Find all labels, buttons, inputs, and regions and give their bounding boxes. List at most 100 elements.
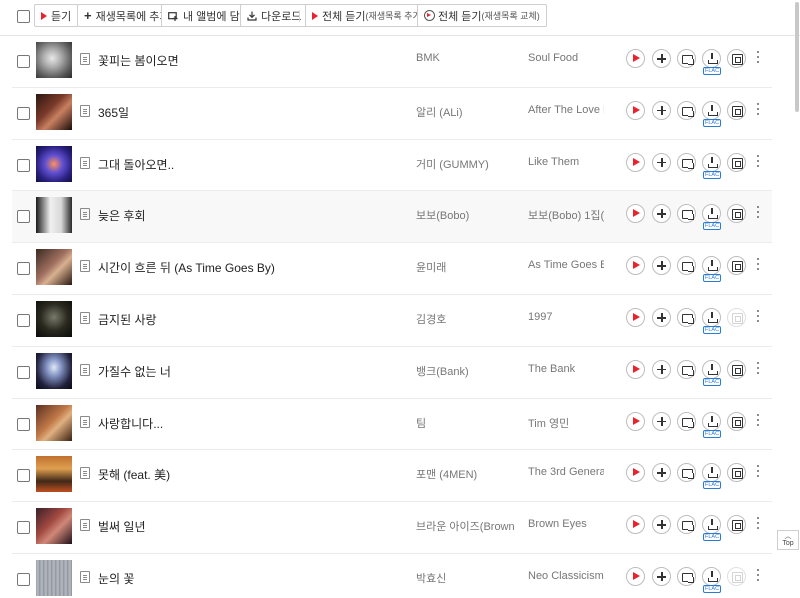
song-checkbox[interactable]: [17, 417, 30, 431]
play-button[interactable]: [626, 515, 645, 535]
add-to-playlist-icon[interactable]: [652, 359, 671, 379]
song-checkbox[interactable]: [17, 365, 30, 379]
album-cover[interactable]: [36, 249, 72, 286]
add-to-playlist-icon[interactable]: [652, 204, 671, 224]
music-video-icon[interactable]: [727, 463, 746, 483]
add-to-playlist-icon[interactable]: [652, 463, 671, 483]
music-video-icon[interactable]: [727, 204, 746, 224]
song-row[interactable]: 벌써 일년 브라운 아이즈(Brown ··· Brown Eyes FLAC: [12, 502, 772, 554]
song-album[interactable]: 1997: [528, 311, 604, 323]
song-artist[interactable]: 알리 (ALi): [416, 104, 516, 120]
music-video-icon[interactable]: [727, 152, 746, 172]
download-icon[interactable]: [702, 463, 721, 483]
add-to-album-icon[interactable]: [677, 49, 696, 68]
lyrics-icon[interactable]: [80, 312, 90, 324]
download-icon[interactable]: [702, 411, 721, 431]
add-to-playlist-icon[interactable]: [652, 515, 671, 535]
add-to-album-icon[interactable]: [677, 463, 696, 483]
add-to-album-icon[interactable]: [677, 100, 696, 120]
more-options-icon[interactable]: [756, 413, 760, 428]
song-title[interactable]: 그대 돌아오면..: [98, 156, 174, 173]
play-button[interactable]: [626, 359, 645, 379]
music-video-icon[interactable]: [727, 256, 746, 276]
song-row[interactable]: 꽃피는 봄이오면 BMK Soul Food FLAC: [12, 36, 772, 88]
song-album[interactable]: Like Them: [528, 156, 604, 168]
more-options-icon[interactable]: [756, 361, 760, 376]
more-options-icon[interactable]: [756, 258, 760, 272]
lyrics-icon[interactable]: [80, 156, 90, 169]
song-row[interactable]: 365일 알리 (ALi) After The Love H··· FLAC: [12, 88, 772, 140]
music-video-icon[interactable]: [727, 49, 746, 68]
more-options-icon[interactable]: [756, 51, 760, 65]
download-icon[interactable]: [702, 100, 721, 120]
add-to-playlist-icon[interactable]: [652, 411, 671, 431]
download-icon[interactable]: [702, 359, 721, 379]
song-checkbox[interactable]: [17, 210, 30, 224]
lyrics-icon[interactable]: [80, 467, 90, 480]
album-cover[interactable]: [36, 93, 72, 130]
album-cover[interactable]: [36, 352, 72, 389]
song-artist[interactable]: 뱅크(Bank): [416, 363, 516, 379]
song-row[interactable]: 가질수 없는 너 뱅크(Bank) The Bank FLAC: [12, 347, 772, 399]
play-all-replace-button[interactable]: 전체 듣기 (재생목록 교체): [417, 4, 547, 27]
song-artist[interactable]: 김경호: [416, 311, 516, 327]
song-artist[interactable]: 거미 (GUMMY): [416, 156, 516, 172]
play-button[interactable]: [626, 152, 645, 172]
song-row[interactable]: 눈의 꽃 박효신 Neo Classicism (··· FLAC: [12, 554, 772, 598]
play-button[interactable]: [626, 256, 645, 276]
more-options-icon[interactable]: [756, 206, 760, 220]
add-to-playlist-icon[interactable]: [652, 256, 671, 276]
add-to-playlist-icon[interactable]: [652, 152, 671, 172]
add-to-album-icon[interactable]: [677, 515, 696, 535]
album-cover[interactable]: [36, 404, 72, 441]
lyrics-icon[interactable]: [80, 260, 90, 273]
add-to-album-icon[interactable]: [677, 359, 696, 379]
song-album[interactable]: Soul Food: [528, 52, 604, 64]
song-artist[interactable]: BMK: [416, 52, 516, 64]
song-artist[interactable]: 윤미래: [416, 259, 516, 275]
add-to-playlist-icon[interactable]: [652, 100, 671, 120]
add-to-playlist-icon[interactable]: [652, 567, 671, 586]
song-checkbox[interactable]: [17, 262, 30, 276]
album-cover[interactable]: [36, 301, 72, 337]
play-selected-button[interactable]: 듣기: [34, 4, 79, 27]
music-video-icon[interactable]: [727, 411, 746, 431]
lyrics-icon[interactable]: [80, 415, 90, 428]
add-to-playlist-icon[interactable]: [652, 49, 671, 68]
download-icon[interactable]: [702, 308, 721, 327]
song-album[interactable]: The Bank: [528, 363, 604, 375]
song-title[interactable]: 눈의 꽃: [98, 570, 134, 587]
song-checkbox[interactable]: [17, 158, 30, 172]
song-artist[interactable]: 포맨 (4MEN): [416, 466, 516, 482]
more-options-icon[interactable]: [756, 154, 760, 169]
song-title[interactable]: 사랑합니다...: [98, 415, 163, 432]
more-options-icon[interactable]: [756, 465, 760, 479]
lyrics-icon[interactable]: [80, 519, 90, 532]
add-to-playlist-icon[interactable]: [652, 308, 671, 327]
music-video-icon[interactable]: [727, 359, 746, 379]
add-to-album-icon[interactable]: [677, 256, 696, 276]
song-album[interactable]: Tim 영민: [528, 415, 604, 431]
song-row[interactable]: 못해 (feat. 美) 포맨 (4MEN) The 3rd Generati···…: [12, 450, 772, 503]
song-title[interactable]: 늦은 후회: [98, 207, 146, 224]
song-title[interactable]: 시간이 흐른 뒤 (As Time Goes By): [98, 259, 275, 276]
download-icon[interactable]: [702, 515, 721, 535]
song-row[interactable]: 그대 돌아오면.. 거미 (GUMMY) Like Them FLAC: [12, 140, 772, 192]
album-cover[interactable]: [36, 42, 72, 78]
download-icon[interactable]: [702, 49, 721, 68]
album-cover[interactable]: [36, 508, 72, 545]
song-checkbox[interactable]: [17, 55, 30, 68]
song-row[interactable]: 시간이 흐른 뒤 (As Time Goes By) 윤미래 As Time Goe…: [12, 243, 772, 295]
download-icon[interactable]: [702, 152, 721, 172]
song-artist[interactable]: 브라운 아이즈(Brown ···: [416, 518, 516, 534]
download-icon[interactable]: [702, 256, 721, 276]
song-album[interactable]: Neo Classicism (···: [528, 570, 604, 582]
song-title[interactable]: 365일: [98, 104, 129, 121]
play-button[interactable]: [626, 463, 645, 483]
music-video-icon[interactable]: [727, 515, 746, 535]
song-album[interactable]: Brown Eyes: [528, 518, 604, 530]
song-title[interactable]: 가질수 없는 너: [98, 363, 171, 380]
song-album[interactable]: As Time Goes By: [528, 259, 604, 271]
album-cover[interactable]: [36, 145, 72, 182]
scroll-top-button[interactable]: ︿ Top: [777, 530, 799, 550]
